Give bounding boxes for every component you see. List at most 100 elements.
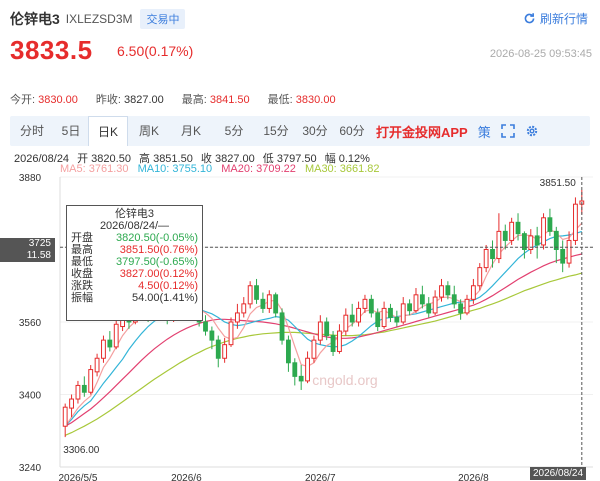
tab-daily-k[interactable]: 日K [88,116,128,146]
y-tick-label: 3400 [19,391,42,402]
candle-body [292,362,298,377]
refresh-button[interactable]: 刷新行情 [523,10,588,27]
fullscreen-icon-svg [500,124,515,138]
tooltip-row-value: 54.00(1.41%) [131,292,198,304]
candle-body [464,298,470,314]
tab-60min[interactable]: 60分 [334,116,370,146]
open-item: 今开: 3830.00 [10,91,78,107]
settings-icon[interactable] [525,124,539,138]
instrument-code: IXLEZSD3M [65,12,133,26]
candle-body [203,321,208,332]
adjust-icon[interactable]: 策 [478,122,491,141]
candle-body [234,312,240,323]
candle-body [534,235,540,246]
tooltip-row-label: 最高 [71,244,93,256]
candle-body [502,230,508,241]
candle-body [356,307,361,323]
candle-body [286,339,291,364]
candle-body [451,294,457,305]
tooltip-row-value: 3851.50(0.76%) [119,244,198,256]
tooltip-title: 伦锌电3 [114,208,155,220]
candle-body [566,239,572,264]
candle-body [515,221,521,235]
candle-body [458,303,464,314]
candle-body [311,339,317,359]
tooltip-row-label: 开盘 [71,232,93,244]
x-tick-label: 2026/7 [305,473,336,481]
candle-body [490,249,495,260]
candle-body [254,285,259,300]
candle-body [509,221,515,241]
period-tabbar: 分时 5日 日K 周K 月K 5分 15分 30分 60分 打开金投网APP 策 [10,116,590,146]
tab-monthly-k[interactable]: 月K [170,116,212,146]
candle-body [266,294,272,309]
crosshair-price-label: 3725 11.58 [0,238,55,262]
refresh-icon [524,13,535,24]
candle-body [368,298,374,314]
price-change: 6.50(0.17%) [117,43,194,59]
x-tick-label: 2026/8 [458,473,489,481]
y-tick-label: 3560 [19,318,42,329]
crosshair-price: 3725 [28,238,51,249]
candle-body [477,267,483,287]
candle-body [394,316,400,323]
tooltip-row: 涨跌 4.50(0.12%) [71,280,198,292]
candle-body [69,398,74,409]
prev-close-value: 3827.00 [124,94,164,106]
y-tick-label: 3240 [19,463,42,474]
quote-datetime: 2026-08-25 09:53:45 [489,48,592,60]
candle-body [560,249,566,264]
high-value: 3841.50 [209,94,250,106]
fullscreen-icon[interactable] [500,124,515,138]
candle-body [426,303,432,314]
tab-5day[interactable]: 5日 [54,116,88,146]
candle-body [573,203,578,241]
tooltip-row: 最低 3797.50(-0.65%) [71,256,198,268]
tab-weekly-k[interactable]: 周K [128,116,170,146]
quote-summary: 今开: 3830.00 昨收: 3827.00 最高: 3841.50 最低: … [10,91,354,107]
candle-body [541,217,546,246]
refresh-label: 刷新行情 [539,12,588,26]
open-app-link[interactable]: 打开金投网APP [376,122,468,141]
candle-body [470,285,476,300]
tooltip-row-value: 3820.50(-0.05%) [116,232,198,244]
tab-5min[interactable]: 5分 [212,116,256,146]
tooltip-date: 2026/08/24/— [99,220,170,232]
x-tick-label: 2026/5/5 [58,473,97,481]
min-annotation: 3306.00 [63,445,100,456]
tooltip-row-label: 最低 [71,256,93,268]
candle-body [273,294,279,314]
candle-body [324,321,330,337]
tooltip-rows: 开盘 3820.50(-0.05%) 最高 3851.50(0.76%) 最低 3797.… [71,232,198,304]
low-label: 最低: [267,94,293,106]
tab-intraday[interactable]: 分时 [10,116,54,146]
tab-30min[interactable]: 30分 [296,116,334,146]
candle-body [375,312,381,328]
candle-body [317,321,323,341]
candle-body [362,298,368,309]
candle-body [88,369,94,393]
tooltip-row-value: 3797.50(-0.65%) [116,256,198,268]
last-price: 3833.5 [10,35,93,65]
crosshair-date-label: 2026/08/24 [530,467,587,480]
status-badge: 交易中 [140,9,186,29]
tooltip-row: 收盘 3827.00(0.12%) [71,268,198,280]
candle-body [547,217,553,232]
tooltip-row: 振幅 54.00(1.41%) [71,292,198,304]
candle-body [413,294,419,312]
candle-body [343,314,349,332]
gear-icon [526,125,537,137]
candle-body [381,307,387,328]
high-item: 最高: 3841.50 [182,91,250,107]
candle-body [113,323,119,348]
prev-close-label: 昨收: [95,94,121,106]
tooltip-row-label: 振幅 [71,292,93,304]
watermark: cngold.org [312,372,377,388]
candle-body [337,330,342,352]
tab-15min[interactable]: 15分 [256,116,296,146]
instrument-name: 伦锌电3 [10,11,60,27]
low-item: 最低: 3830.00 [268,91,336,107]
candle-tooltip: 伦锌电3 2026/08/24/— 开盘 3820.50(-0.05%) 最高 385… [66,205,203,321]
candle-body [81,384,87,393]
candle-body [279,312,285,341]
